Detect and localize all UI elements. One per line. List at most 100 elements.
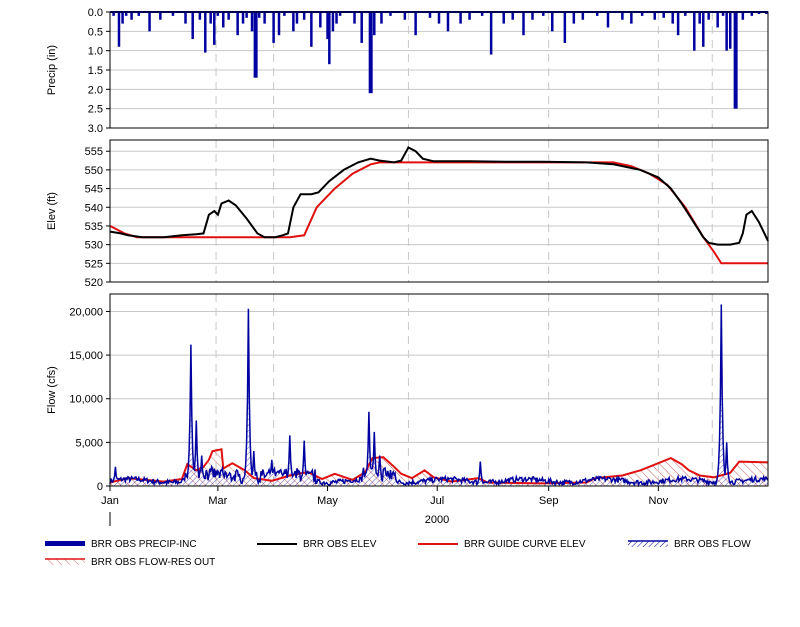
precip-bar bbox=[459, 12, 462, 24]
y-axis-label: Elev (ft) bbox=[46, 192, 58, 230]
precip-bar bbox=[335, 12, 338, 24]
y-tick-label: 1.0 bbox=[88, 46, 103, 58]
precip-bar bbox=[676, 12, 680, 36]
y-tick-label: 0 bbox=[97, 481, 103, 493]
precip-bar bbox=[236, 12, 239, 36]
y-tick-label: 520 bbox=[85, 277, 103, 289]
y-tick-label: 5,000 bbox=[75, 437, 103, 449]
y-axis-label: Precip (in) bbox=[46, 45, 58, 95]
precip-bar bbox=[403, 12, 407, 20]
precip-bar bbox=[489, 12, 493, 55]
y-tick-label: 0.5 bbox=[88, 26, 103, 38]
precip-bar bbox=[209, 12, 212, 24]
legend-item-guide: BRR GUIDE CURVE ELEV bbox=[418, 536, 586, 552]
precip-bar bbox=[581, 12, 585, 20]
precip-bar bbox=[572, 12, 576, 24]
precip-bar bbox=[741, 12, 745, 20]
precip-bar bbox=[331, 12, 335, 32]
precip-bar bbox=[446, 12, 450, 32]
precip-bar bbox=[563, 12, 567, 43]
x-axis: Jan Mar May Jul Sep Nov 2000 bbox=[101, 486, 669, 526]
precip-bar bbox=[707, 12, 710, 20]
legend-label: BRR OBS FLOW bbox=[674, 538, 751, 550]
precip-bar bbox=[468, 12, 471, 20]
legend-swatch-hatch-icon bbox=[45, 558, 85, 565]
x-tick-label: Nov bbox=[649, 495, 669, 507]
plot-background bbox=[110, 294, 768, 486]
precip-bar bbox=[373, 12, 376, 36]
precip-bar bbox=[380, 12, 383, 24]
y-tick-label: 15,000 bbox=[69, 350, 103, 362]
precip-bar bbox=[725, 12, 728, 51]
y-tick-label: 535 bbox=[85, 221, 103, 233]
legend-item-elev: BRR OBS ELEV bbox=[257, 536, 376, 552]
y-tick-label: 1.5 bbox=[88, 65, 103, 77]
precip-bar bbox=[360, 12, 363, 43]
precip-bar bbox=[319, 12, 322, 28]
legend-swatch-thick-icon bbox=[45, 541, 85, 546]
x-tick-label: Jul bbox=[430, 495, 444, 507]
precip-bar bbox=[437, 12, 441, 24]
precip-bar bbox=[698, 12, 701, 24]
precip-bar bbox=[148, 12, 151, 32]
x-tick-label: Sep bbox=[539, 495, 559, 507]
precip-bar bbox=[653, 12, 656, 20]
y-tick-label: 540 bbox=[85, 202, 103, 214]
precip-bar bbox=[191, 12, 194, 40]
legend-item-res-out: BRR OBS FLOW-RES OUT bbox=[45, 554, 215, 570]
x-axis-year-label: 2000 bbox=[425, 514, 449, 526]
precip-bar bbox=[198, 12, 202, 20]
precip-bar bbox=[117, 12, 121, 47]
precip-bar bbox=[702, 12, 705, 47]
y-tick-label: 2.5 bbox=[88, 104, 103, 116]
legend: BRR OBS PRECIP-INC BRR OBS ELEV BRR GUID… bbox=[45, 536, 785, 576]
y-tick-label: 20,000 bbox=[69, 306, 103, 318]
legend-label: BRR OBS PRECIP-INC bbox=[91, 538, 197, 550]
y-tick-label: 550 bbox=[85, 165, 103, 177]
precip-bar bbox=[222, 12, 225, 28]
precip-bar bbox=[502, 12, 505, 24]
legend-label: BRR GUIDE CURVE ELEV bbox=[464, 538, 586, 550]
precip-bar bbox=[250, 12, 254, 32]
precip-bar bbox=[121, 12, 124, 24]
precip-bar bbox=[310, 12, 313, 47]
precip-bar bbox=[733, 12, 738, 109]
precip-bar bbox=[531, 12, 534, 20]
precip-bar bbox=[414, 12, 417, 36]
precip-bar bbox=[227, 12, 230, 20]
precip-bar bbox=[277, 12, 281, 36]
precip-bar bbox=[551, 12, 554, 32]
y-tick-label: 10,000 bbox=[69, 394, 103, 406]
precip-bar bbox=[295, 12, 299, 24]
precip-bar bbox=[368, 12, 373, 94]
x-tick-label: Jan bbox=[101, 495, 119, 507]
y-tick-label: 545 bbox=[85, 184, 103, 196]
precip-panel: 0.0 0.5 1.0 1.5 2.0 2.5 3.0 Precip (in) bbox=[46, 7, 769, 135]
x-tick-label: Mar bbox=[208, 495, 227, 507]
legend-label: BRR OBS ELEV bbox=[303, 538, 377, 550]
precip-bar bbox=[621, 12, 624, 20]
legend-item-flow: BRR OBS FLOW bbox=[628, 536, 751, 552]
precip-bar bbox=[213, 12, 216, 45]
precip-bar bbox=[184, 12, 187, 24]
y-tick-label: 530 bbox=[85, 240, 103, 252]
flow-panel: 0 5,000 10,000 15,000 20,000 Flow (cfs) bbox=[46, 293, 769, 493]
precip-bar bbox=[693, 12, 696, 51]
legend-label: BRR OBS FLOW-RES OUT bbox=[91, 556, 216, 568]
y-tick-label: 2.0 bbox=[88, 84, 103, 96]
precip-bar bbox=[671, 12, 674, 24]
precip-bar bbox=[263, 12, 266, 24]
x-tick-label: May bbox=[317, 495, 338, 507]
precip-bar bbox=[353, 12, 356, 24]
precip-bar bbox=[728, 12, 732, 49]
precip-bar bbox=[241, 12, 245, 24]
y-tick-label: 555 bbox=[85, 146, 103, 158]
hydrograph-chart: 0.00.51.01.52.02.53.0Precip (in) 5205255… bbox=[46, 7, 769, 526]
precip-bar bbox=[511, 12, 514, 20]
precip-bar bbox=[522, 12, 525, 36]
precip-bar bbox=[204, 12, 207, 53]
precip-bar bbox=[130, 12, 133, 20]
legend-swatch-line-icon bbox=[257, 543, 297, 545]
precip-bar bbox=[272, 12, 275, 43]
y-tick-label: 3.0 bbox=[88, 123, 103, 135]
